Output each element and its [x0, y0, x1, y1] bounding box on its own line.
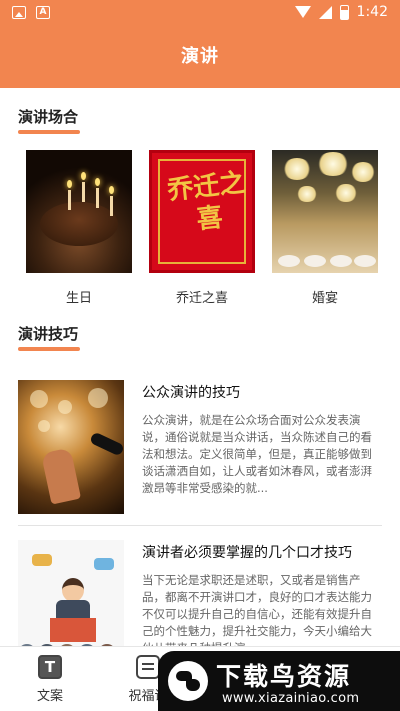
tips-section-title: 演讲技巧 — [18, 323, 80, 351]
watermark-title: 下载鸟资源 — [216, 662, 352, 691]
watermark-url: www.xiazainiao.com — [222, 691, 360, 706]
occasion-label: 乔迁之喜 — [175, 291, 228, 306]
article-title: 演讲者必须要掌握的几个口才技巧 — [142, 545, 352, 561]
app-bar: 演讲 — [0, 26, 400, 88]
chat-icon — [136, 655, 160, 679]
tips-title-text: 演讲技巧 — [18, 325, 79, 343]
main-content[interactable]: 演讲场合 生日 乔迁之喜 乔迁之喜 婚宴 演讲技巧 公众演讲的技巧 公众演讲，就… — [0, 88, 400, 646]
article-summary: 公众演讲，就是在公众场合面对公众发表演说，通俗说就是当众讲话，当众陈述自己的看法… — [142, 413, 372, 495]
occasion-birthday[interactable]: 生日 — [25, 150, 133, 306]
birthday-cake-image — [26, 150, 132, 273]
nav-item-copywriting[interactable]: 文案 — [10, 655, 90, 704]
occasion-label: 生日 — [65, 291, 92, 306]
text-document-icon — [38, 655, 62, 679]
occasion-wedding-banquet[interactable]: 婚宴 — [271, 150, 379, 306]
occasions-section-title: 演讲场合 — [18, 106, 80, 134]
divider — [18, 525, 382, 526]
status-time: 1:42 — [356, 4, 388, 20]
article-title: 公众演讲的技巧 — [142, 385, 240, 401]
font-notification-icon: A — [36, 6, 50, 19]
image-notification-icon — [12, 6, 26, 19]
occasions-title-text: 演讲场合 — [18, 108, 79, 126]
nav-label: 文案 — [36, 689, 63, 704]
housewarming-calligraphy: 乔迁之喜 — [165, 168, 247, 236]
occasion-housewarming[interactable]: 乔迁之喜 乔迁之喜 — [148, 150, 256, 306]
signal-icon — [318, 5, 332, 19]
status-bar: A 1:42 — [0, 0, 400, 26]
title-underline — [18, 347, 80, 351]
article-summary: 当下无论是求职还是述职，又或者是销售产品，都离不开演讲口才，良好的口才表达能力不… — [142, 573, 372, 646]
occasion-label: 婚宴 — [311, 291, 338, 306]
site-watermark: 下载鸟资源 www.xiazainiao.com — [158, 651, 400, 711]
public-speaking-image — [18, 380, 124, 514]
bird-logo-icon — [168, 661, 208, 701]
speaker-cartoon-image — [18, 540, 124, 646]
occasions-list: 生日 乔迁之喜 乔迁之喜 婚宴 — [0, 150, 400, 310]
title-underline — [18, 130, 80, 134]
wifi-icon — [294, 6, 311, 18]
page-title: 演讲 — [181, 46, 219, 67]
battery-icon — [339, 4, 349, 20]
banquet-hall-image — [272, 150, 378, 273]
housewarming-image: 乔迁之喜 — [149, 150, 255, 273]
